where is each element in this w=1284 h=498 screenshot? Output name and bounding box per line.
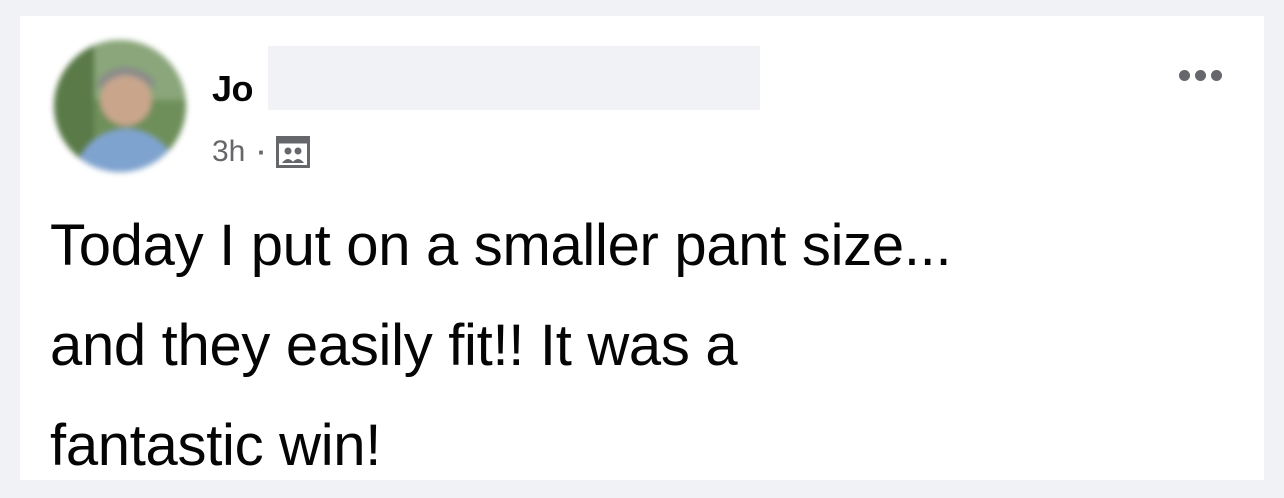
post-text: Today I put on a smaller pant size... an… bbox=[50, 213, 952, 478]
author-avatar[interactable] bbox=[54, 40, 186, 172]
author-name[interactable]: Jo bbox=[212, 68, 254, 110]
redaction-box bbox=[268, 46, 760, 110]
meta-separator: · bbox=[257, 136, 267, 167]
more-options-icon[interactable] bbox=[1170, 60, 1230, 90]
post-meta: 3h · bbox=[212, 134, 311, 170]
more-dot bbox=[1194, 69, 1206, 81]
post-card: Jo 3h · Today I put on a smaller pant si… bbox=[20, 16, 1264, 480]
avatar-photo bbox=[54, 40, 186, 172]
more-dot bbox=[1210, 69, 1222, 81]
friends-icon[interactable] bbox=[276, 136, 311, 168]
post-timestamp[interactable]: 3h bbox=[212, 135, 245, 169]
more-dot bbox=[1178, 69, 1190, 81]
